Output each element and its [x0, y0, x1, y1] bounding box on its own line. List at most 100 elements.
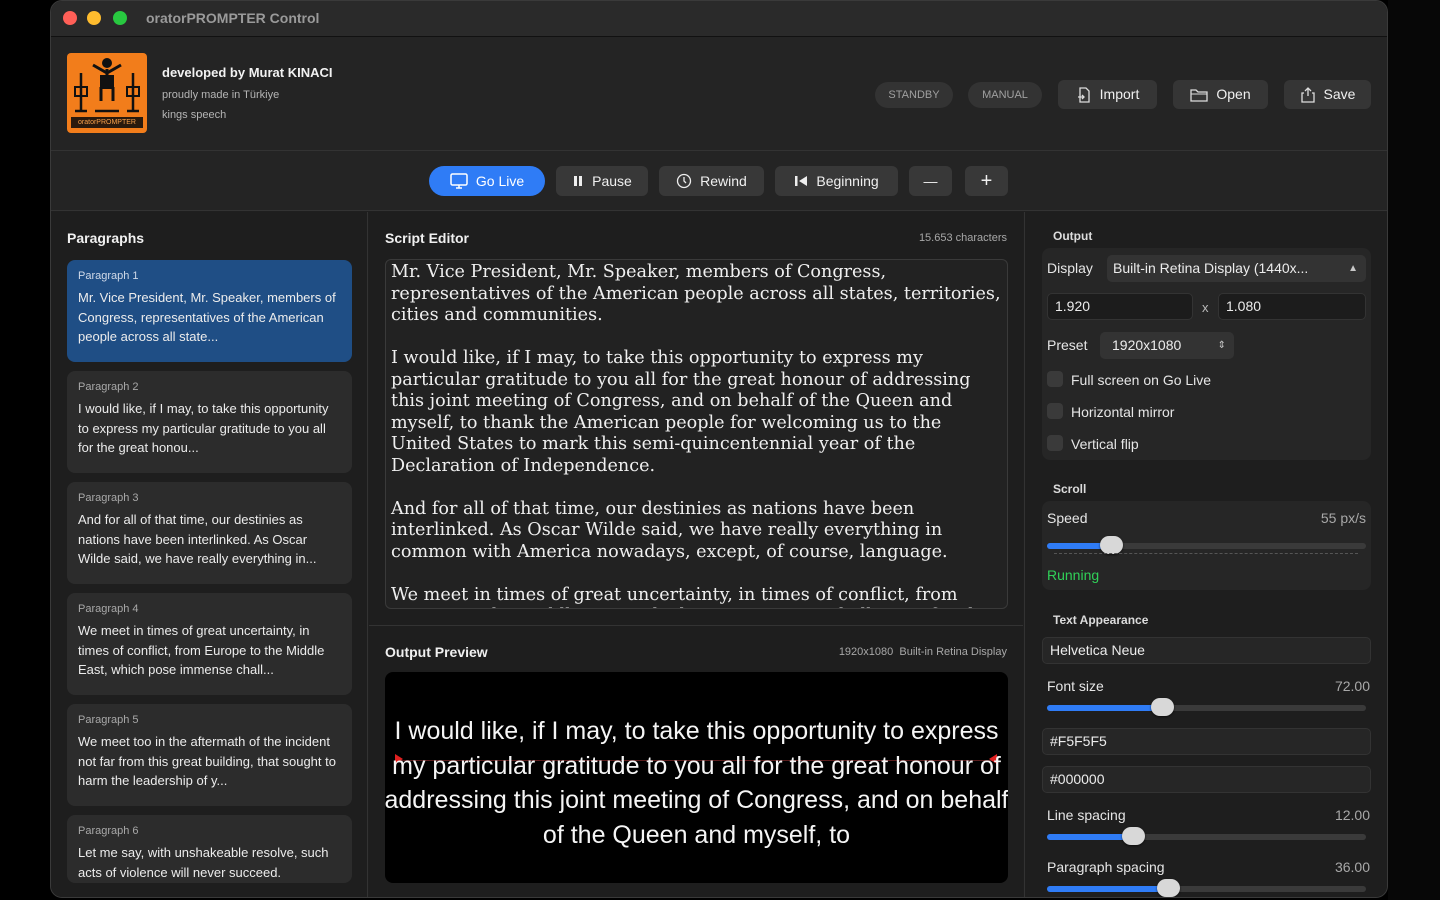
paragraph-card[interactable]: Paragraph 3 And for all of that time, ou…: [67, 482, 352, 584]
preview-text: I would like, if I may, to take this opp…: [385, 717, 1008, 850]
paragraph-preview: Mr. Vice President, Mr. Speaker, members…: [78, 290, 336, 344]
output-preview: I would like, if I may, to take this opp…: [385, 672, 1008, 883]
import-file-icon: [1077, 86, 1090, 103]
pause-label: Pause: [592, 173, 632, 189]
font-size-slider[interactable]: [1047, 698, 1366, 716]
rewind-label: Rewind: [700, 173, 747, 189]
output-section-title: Output: [1053, 229, 1093, 243]
standby-pill[interactable]: STANDBY: [875, 82, 953, 108]
paragraph-spacing-slider-knob[interactable]: [1157, 879, 1180, 897]
script-editor-textarea[interactable]: Mr. Vice President, Mr. Speaker, members…: [385, 259, 1008, 609]
rewind-button[interactable]: Rewind: [659, 166, 764, 196]
editor-paragraph: I would like, if I may, to take this opp…: [391, 348, 971, 476]
preset-select[interactable]: 1920x1080 ⇕: [1100, 332, 1234, 359]
increase-speed-button[interactable]: +: [965, 166, 1008, 196]
font-field[interactable]: Helvetica Neue: [1042, 637, 1371, 664]
go-live-button[interactable]: Go Live: [429, 166, 545, 196]
settings-panel: Output Display Built-in Retina Display (…: [1024, 212, 1387, 897]
paragraph-label: Paragraph 2: [78, 381, 139, 393]
display-icon: [450, 173, 468, 189]
developer-credit: developed by Murat KINACI: [162, 65, 333, 80]
close-window-button[interactable]: [63, 11, 77, 25]
beginning-button[interactable]: Beginning: [775, 166, 898, 196]
paragraph-card[interactable]: Paragraph 5 We meet too in the aftermath…: [67, 704, 352, 806]
manual-pill[interactable]: MANUAL: [968, 82, 1042, 108]
display-label: Display: [1047, 260, 1093, 276]
display-select[interactable]: Built-in Retina Display (1440x... ▲: [1107, 255, 1366, 282]
open-label: Open: [1216, 86, 1251, 102]
paragraph-preview: We meet too in the aftermath of the inci…: [78, 734, 336, 788]
speed-slider[interactable]: [1047, 536, 1366, 554]
output-preview-title: Output Preview: [385, 644, 488, 660]
line-spacing-slider-fill: [1047, 834, 1133, 840]
tagline: kings speech: [162, 109, 227, 121]
paragraph-preview: We meet in times of great uncertainty, i…: [78, 623, 325, 677]
app-window: oratorPROMPTER Control oratorPROMPTER de…: [50, 0, 1388, 898]
horizontal-mirror-checkbox[interactable]: [1047, 403, 1063, 419]
vertical-flip-checkbox[interactable]: [1047, 435, 1063, 451]
paragraph-label: Paragraph 1: [78, 270, 139, 282]
select-chevron-icon: ⇕: [1217, 340, 1226, 351]
fullscreen-checkbox[interactable]: [1047, 371, 1063, 387]
app-header: oratorPROMPTER developed by Murat KINACI…: [51, 37, 1387, 151]
folder-icon: [1190, 88, 1209, 102]
preset-label: Preset: [1047, 337, 1088, 353]
orator-logo-icon: [74, 58, 140, 113]
fullscreen-label: Full screen on Go Live: [1071, 372, 1212, 388]
height-field[interactable]: 1.080: [1218, 293, 1366, 320]
line-spacing-value: 12.00: [1334, 807, 1370, 823]
paragraph-card[interactable]: Paragraph 2 I would like, if I may, to t…: [67, 371, 352, 473]
preset-value: 1920x1080: [1112, 337, 1182, 353]
horizontal-mirror-label: Horizontal mirror: [1071, 404, 1175, 420]
decrease-speed-button[interactable]: —: [909, 166, 952, 196]
import-button[interactable]: Import: [1058, 80, 1157, 109]
paragraph-label: Paragraph 4: [78, 603, 139, 615]
paragraph-card[interactable]: Paragraph 1 Mr. Vice President, Mr. Spea…: [67, 260, 352, 362]
width-field[interactable]: 1.920: [1047, 293, 1193, 320]
font-size-slider-knob[interactable]: [1151, 698, 1174, 716]
paragraphs-title: Paragraphs: [67, 230, 145, 246]
display-value: Built-in Retina Display (1440x...: [1113, 260, 1309, 276]
rewind-icon: [676, 173, 692, 189]
center-panel: Script Editor 15.653 characters Mr. Vice…: [369, 212, 1023, 897]
minimize-window-button[interactable]: [87, 11, 101, 25]
script-editor-title: Script Editor: [385, 230, 470, 246]
zoom-window-button[interactable]: [113, 11, 127, 25]
paragraph-card[interactable]: Paragraph 4 We meet in times of great un…: [67, 593, 352, 695]
paragraph-preview: I would like, if I may, to take this opp…: [78, 401, 329, 455]
beginning-label: Beginning: [816, 173, 879, 189]
made-in-note: proudly made in Türkiye: [162, 89, 280, 101]
pause-button[interactable]: Pause: [556, 166, 648, 196]
paragraph-spacing-value: 36.00: [1334, 859, 1370, 875]
text-appearance-title: Text Appearance: [1053, 613, 1149, 627]
background-color-field[interactable]: #000000: [1042, 766, 1371, 793]
line-spacing-slider[interactable]: [1047, 827, 1366, 845]
open-button[interactable]: Open: [1173, 80, 1268, 109]
editor-paragraph: Mr. Vice President, Mr. Speaker, members…: [391, 262, 1001, 325]
output-group: Display Built-in Retina Display (1440x..…: [1042, 248, 1371, 460]
paragraph-spacing-label: Paragraph spacing: [1047, 859, 1165, 875]
paragraph-label: Paragraph 3: [78, 492, 139, 504]
speed-slider-knob[interactable]: [1100, 536, 1123, 554]
editor-paragraph: And for all of that time, our destinies …: [391, 498, 948, 562]
paragraph-preview: Let me say, with unshakeable resolve, su…: [78, 845, 329, 880]
vertical-flip-label: Vertical flip: [1071, 436, 1139, 452]
font-size-slider-fill: [1047, 705, 1162, 711]
preview-display: Built-in Retina Display: [899, 646, 1007, 658]
skip-to-start-icon: [795, 176, 808, 186]
title-bar: oratorPROMPTER Control: [51, 1, 1387, 37]
scroll-section-title: Scroll: [1053, 482, 1087, 496]
desktop-background: [1388, 0, 1440, 900]
minus-icon: —: [923, 173, 938, 189]
paragraph-spacing-slider[interactable]: [1047, 879, 1366, 897]
speed-value: 55 px/s: [1320, 510, 1366, 526]
paragraph-label: Paragraph 6: [78, 825, 139, 837]
pause-icon: [574, 176, 583, 186]
font-size-value: 72.00: [1334, 678, 1370, 694]
paragraph-preview: And for all of that time, our destinies …: [78, 512, 317, 566]
window-title: oratorPROMPTER Control: [146, 10, 320, 26]
paragraph-card[interactable]: Paragraph 6 Let me say, with unshakeable…: [67, 815, 352, 883]
text-color-field[interactable]: #F5F5F5: [1042, 728, 1371, 755]
save-button[interactable]: Save: [1284, 80, 1371, 109]
line-spacing-slider-knob[interactable]: [1122, 827, 1145, 845]
